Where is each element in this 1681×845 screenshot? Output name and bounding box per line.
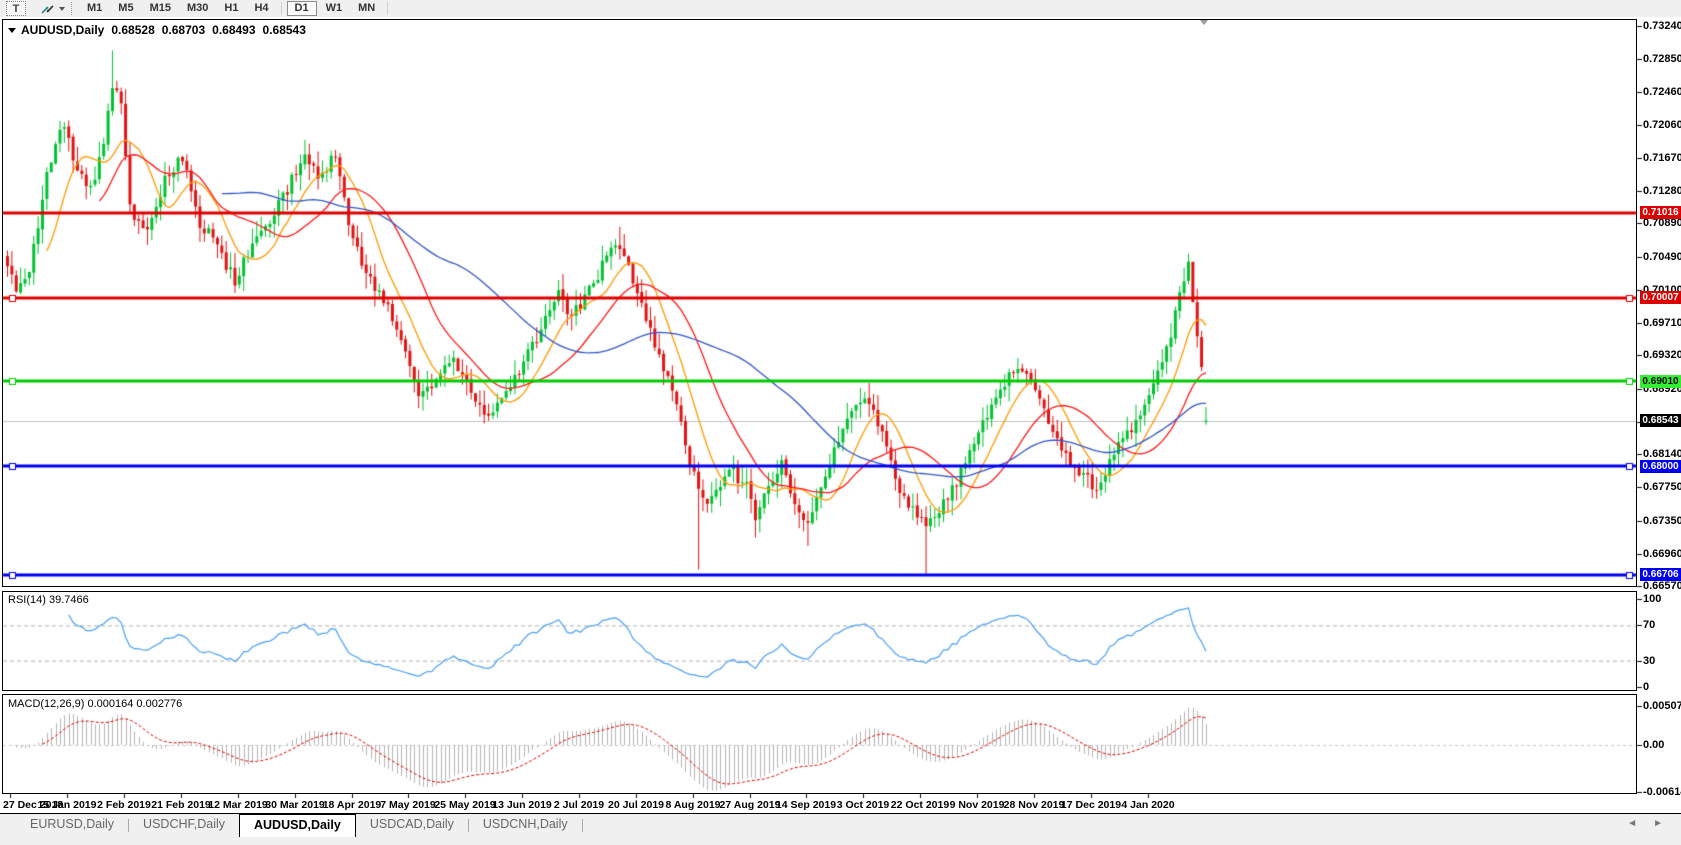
timeframe-w1[interactable]: W1 bbox=[319, 1, 350, 16]
timeframe-m30[interactable]: M30 bbox=[180, 1, 215, 16]
tab-eurusd-daily[interactable]: EURUSD,Daily bbox=[16, 814, 128, 835]
arrows-tool-icon bbox=[41, 4, 54, 14]
chevron-down-icon bbox=[59, 6, 65, 11]
timeframe-d1[interactable]: D1 bbox=[286, 1, 317, 16]
tab-usdcad-daily[interactable]: USDCAD,Daily bbox=[356, 814, 468, 835]
mt4-window: T M1 M5 M15 M30 H1 H4 D1 W1 MN AUDUSD,Da… bbox=[0, 0, 1681, 845]
tab-usdchf-daily[interactable]: USDCHF,Daily bbox=[129, 814, 239, 835]
toolbar-group-divider bbox=[280, 2, 282, 15]
text-tool-button[interactable]: T bbox=[6, 1, 26, 16]
timeframe-h4[interactable]: H4 bbox=[247, 1, 275, 16]
draw-tool-button[interactable] bbox=[40, 3, 65, 15]
timeframe-mn[interactable]: MN bbox=[351, 1, 382, 16]
top-toolbar: T M1 M5 M15 M30 H1 H4 D1 W1 MN bbox=[0, 0, 1681, 18]
timeframe-h1[interactable]: H1 bbox=[217, 1, 245, 16]
toolbar-group-divider bbox=[387, 2, 389, 15]
tab-audusd-daily[interactable]: AUDUSD,Daily bbox=[239, 814, 356, 837]
chart-canvas[interactable] bbox=[0, 17, 1681, 813]
tab-scroll-left-icon[interactable]: ◄ bbox=[1619, 814, 1645, 833]
timeframe-m1[interactable]: M1 bbox=[80, 1, 109, 16]
toolbar-separator bbox=[71, 2, 73, 15]
tab-usdcnh-daily[interactable]: USDCNH,Daily bbox=[469, 814, 582, 835]
tab-scroll-right-icon[interactable]: ► bbox=[1645, 814, 1671, 833]
timeframe-m5[interactable]: M5 bbox=[111, 1, 140, 16]
timeframe-m15[interactable]: M15 bbox=[143, 1, 178, 16]
chart-tab-bar: EURUSD,Daily USDCHF,Daily AUDUSD,Daily U… bbox=[0, 813, 1681, 845]
tab-divider bbox=[581, 819, 583, 832]
